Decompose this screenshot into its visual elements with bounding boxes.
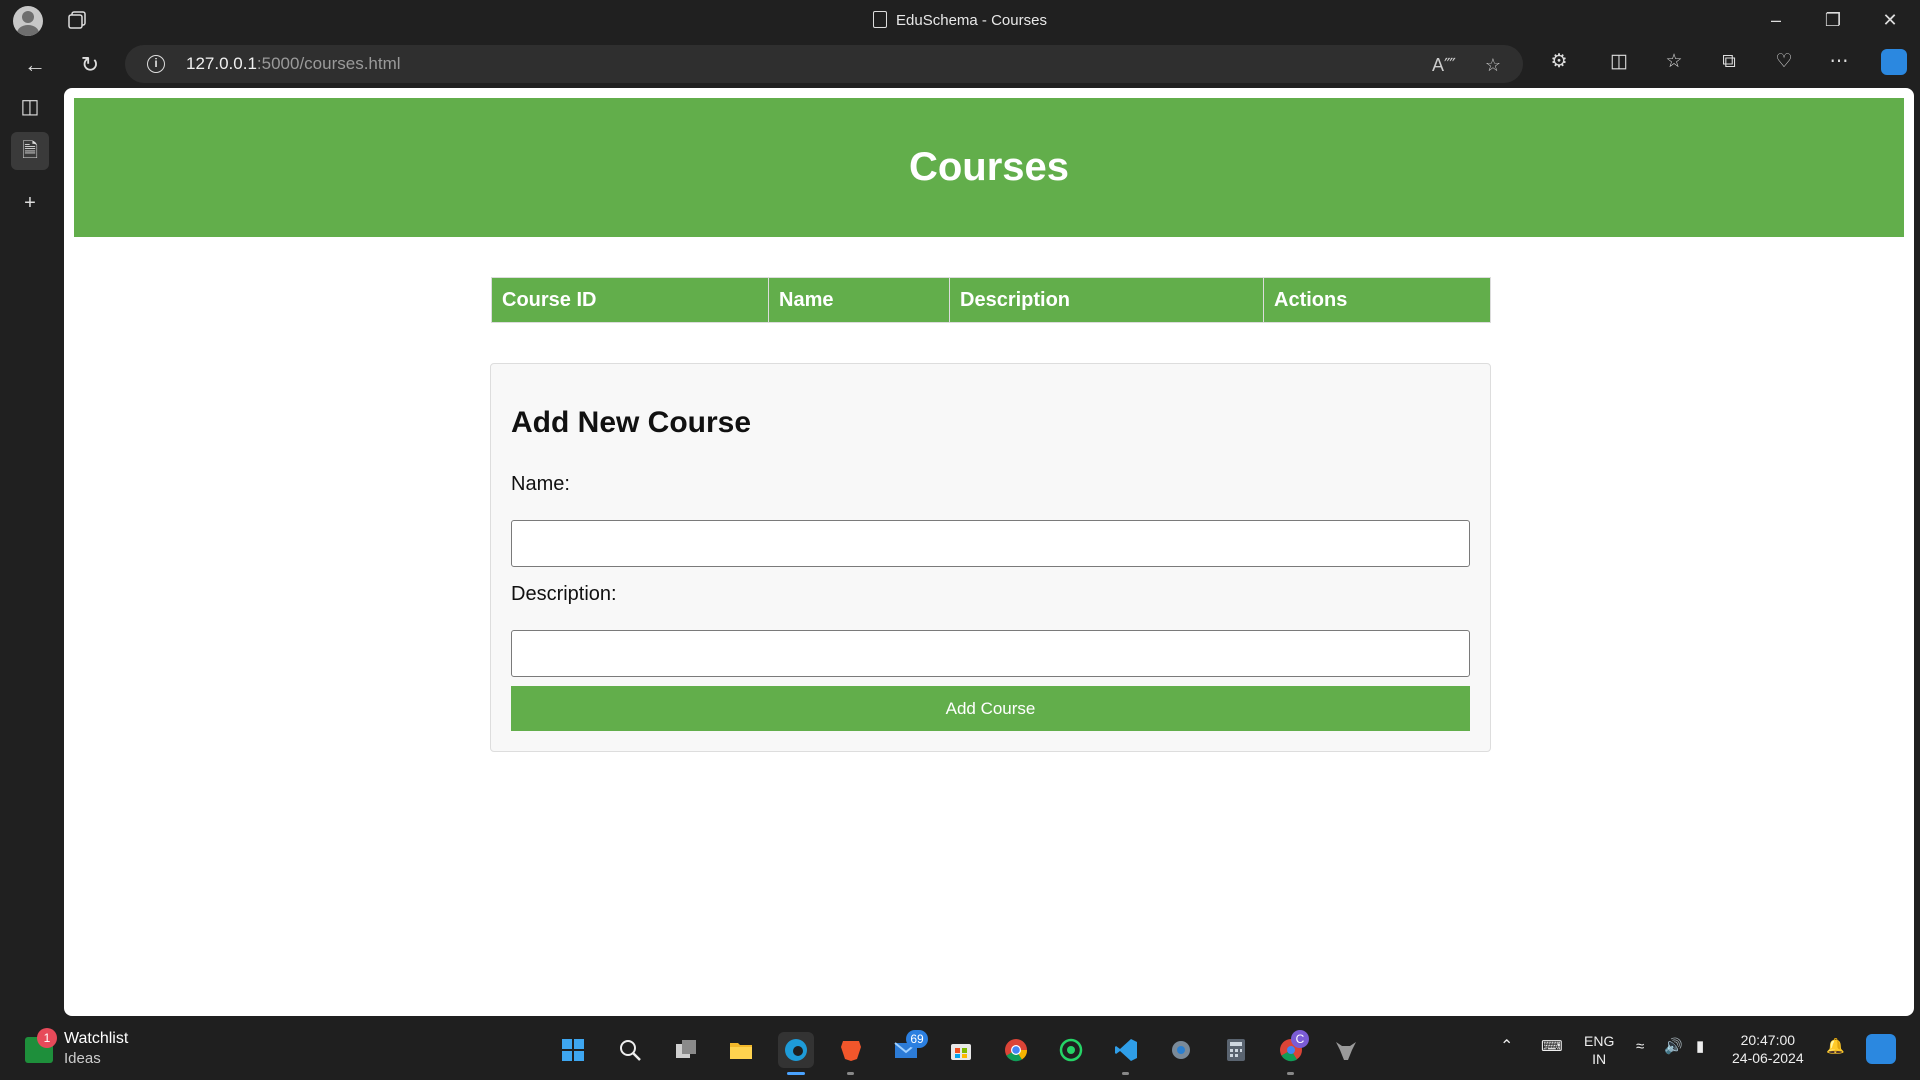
new-tab-plus-icon[interactable]: + xyxy=(11,184,49,222)
clock-date: 24-06-2024 xyxy=(1732,1050,1804,1066)
url-text[interactable]: 127.0.0.1:5000/courses.html xyxy=(186,54,401,74)
folder-icon xyxy=(730,1043,752,1059)
add-course-button[interactable]: Add Course xyxy=(511,686,1470,731)
table-header-row: Course ID Name Description Actions xyxy=(491,277,1491,323)
whatsapp-icon xyxy=(1059,1038,1083,1062)
description-label: Description: xyxy=(511,583,617,605)
split-screen-icon[interactable]: ◫ xyxy=(1606,49,1632,75)
page-document-icon xyxy=(873,11,888,28)
browser-title-bar: EduSchema - Courses – ❐ ✕ xyxy=(0,0,1920,40)
edge-active-indicator xyxy=(787,1072,805,1075)
form-title: Add New Course xyxy=(511,406,752,439)
search-icon xyxy=(620,1040,641,1061)
add-course-form: Add New Course Name: Description: Add Co… xyxy=(490,363,1491,752)
column-description: Description xyxy=(949,277,1264,323)
bull-logo-icon xyxy=(1336,1042,1356,1060)
address-bar[interactable]: i 127.0.0.1:5000/courses.html A⁗ ☆ xyxy=(125,45,1523,83)
close-window-button[interactable]: ✕ xyxy=(1878,8,1902,32)
language-region: IN xyxy=(1592,1051,1607,1067)
vertical-tab-strip: ◫ 🗎 + xyxy=(0,88,64,1020)
watchlist-subtitle[interactable]: Ideas xyxy=(64,1050,101,1067)
calculator-button[interactable] xyxy=(1218,1032,1254,1068)
back-button[interactable]: ← xyxy=(20,50,50,80)
file-explorer-button[interactable] xyxy=(723,1032,759,1068)
wifi-icon[interactable]: ≈ xyxy=(1636,1038,1644,1056)
language-indicator[interactable]: ENG IN xyxy=(1584,1032,1614,1068)
store-bag-icon xyxy=(951,1044,971,1060)
windows-taskbar: 1 Watchlist Ideas 69 C ⌃ ⌨ ENG IN ≈ 🔊 ▮ … xyxy=(0,1020,1920,1080)
page-title: Courses xyxy=(908,145,1070,189)
clock-time: 20:47:00 xyxy=(1740,1032,1796,1048)
chrome-icon xyxy=(1005,1039,1028,1062)
window-title: EduSchema - Courses xyxy=(0,11,1920,29)
column-name: Name xyxy=(768,277,950,323)
column-course-id: Course ID xyxy=(491,277,769,323)
favorites-icon[interactable]: ☆ xyxy=(1661,49,1687,75)
windows-logo-icon xyxy=(562,1039,584,1061)
vscode-icon xyxy=(1115,1039,1137,1061)
vscode-button[interactable] xyxy=(1108,1032,1144,1068)
chrome-profile-running-indicator xyxy=(1287,1072,1294,1075)
calculator-icon xyxy=(1227,1039,1245,1061)
microsoft-store-button[interactable] xyxy=(943,1032,979,1068)
vscode-running-indicator xyxy=(1122,1072,1129,1075)
url-host: 127.0.0.1 xyxy=(186,54,257,73)
description-input[interactable] xyxy=(511,630,1470,677)
refresh-button[interactable]: ↻ xyxy=(75,50,105,80)
tab-actions-icon[interactable]: ◫ xyxy=(11,88,49,126)
column-actions: Actions xyxy=(1263,277,1491,323)
read-aloud-icon[interactable]: A⁗ xyxy=(1432,54,1456,76)
restore-button[interactable]: ❐ xyxy=(1821,8,1845,32)
notification-bell-icon[interactable]: 🔔 xyxy=(1826,1038,1845,1056)
site-info-icon[interactable]: i xyxy=(147,55,165,73)
window-title-text: EduSchema - Courses xyxy=(896,12,1047,29)
search-button[interactable] xyxy=(612,1032,648,1068)
start-button[interactable] xyxy=(555,1032,591,1068)
volume-icon[interactable]: 🔊 xyxy=(1664,1038,1683,1056)
favorite-star-icon[interactable]: ☆ xyxy=(1482,54,1504,76)
browser-essentials-icon[interactable]: ♡ xyxy=(1771,49,1797,75)
keyboard-icon[interactable]: ⌨ xyxy=(1541,1038,1563,1056)
more-menu-icon[interactable]: ⋯ xyxy=(1826,49,1852,75)
show-hidden-icons-chevron-icon[interactable]: ⌃ xyxy=(1500,1038,1513,1056)
chrome-profile-badge: C xyxy=(1291,1030,1309,1048)
watchlist-title[interactable]: Watchlist xyxy=(64,1030,128,1048)
url-path: :5000/courses.html xyxy=(256,54,401,73)
navigation-bar: ← ↻ i 127.0.0.1:5000/courses.html A⁗ ☆ ⚙… xyxy=(0,40,1920,88)
collections-icon[interactable]: ⧉ xyxy=(1716,49,1742,75)
task-view-button[interactable] xyxy=(668,1032,704,1068)
edge-browser-icon xyxy=(785,1039,807,1061)
name-input[interactable] xyxy=(511,520,1470,567)
page-viewport: Courses Course ID Name Description Actio… xyxy=(64,88,1914,1016)
copilot-taskbar-icon[interactable] xyxy=(1866,1034,1896,1064)
watchlist-badge: 1 xyxy=(37,1028,57,1048)
active-tab-document-icon[interactable]: 🗎 xyxy=(11,132,49,170)
name-label: Name: xyxy=(511,473,570,495)
battery-icon[interactable]: ▮ xyxy=(1696,1038,1704,1056)
page-header: Courses xyxy=(74,98,1904,237)
chrome-button[interactable] xyxy=(998,1032,1034,1068)
brave-browser-button[interactable] xyxy=(833,1032,869,1068)
clock[interactable]: 20:47:00 24-06-2024 xyxy=(1732,1031,1804,1067)
brave-running-indicator xyxy=(847,1072,854,1075)
mail-badge: 69 xyxy=(906,1030,928,1048)
copilot-icon[interactable] xyxy=(1881,49,1907,75)
app-bull-button[interactable] xyxy=(1328,1032,1364,1068)
language-code: ENG xyxy=(1584,1033,1615,1049)
edge-taskbar-button[interactable] xyxy=(778,1032,814,1068)
settings-gear-icon xyxy=(1172,1041,1190,1059)
extensions-icon[interactable]: ⚙ xyxy=(1546,49,1572,75)
courses-table: Course ID Name Description Actions xyxy=(491,277,1491,323)
whatsapp-button[interactable] xyxy=(1053,1032,1089,1068)
brave-lion-icon xyxy=(841,1041,861,1061)
minimize-button[interactable]: – xyxy=(1764,8,1788,32)
task-view-icon xyxy=(676,1040,696,1058)
settings-button[interactable] xyxy=(1163,1032,1199,1068)
